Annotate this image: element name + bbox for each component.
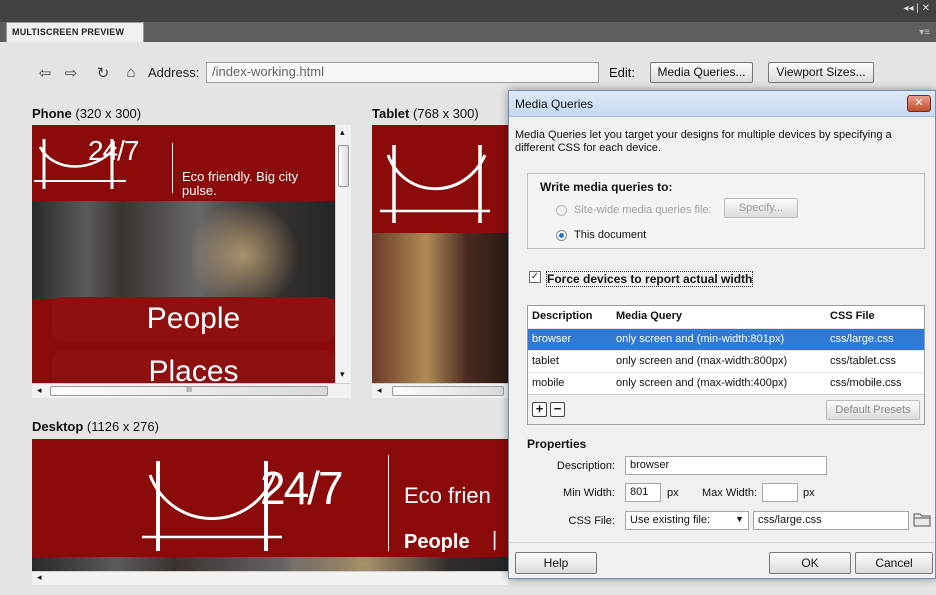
write-queries-group: Write media queries to: Site-wide media … xyxy=(527,173,925,249)
description-field[interactable]: browser xyxy=(625,456,827,475)
divider xyxy=(172,143,173,193)
ok-button[interactable]: OK xyxy=(769,552,851,574)
home-icon[interactable]: ⌂ xyxy=(122,64,140,82)
media-queries-button[interactable]: Media Queries... xyxy=(650,62,753,83)
nav-places[interactable]: Places xyxy=(52,350,335,383)
window-controls[interactable]: ◂◂ | ✕ xyxy=(903,3,930,14)
min-width-field[interactable]: 801 xyxy=(625,483,661,502)
refresh-icon[interactable]: ↻ xyxy=(94,64,112,82)
tablet-preview-heading: Tablet (768 x 300) xyxy=(372,106,479,121)
logo-text: 24/7 xyxy=(260,462,344,514)
scroll-down-icon[interactable]: ▾ xyxy=(340,369,345,380)
bridge-logo-icon xyxy=(380,145,490,223)
sitewide-option-label: Site-wide media queries file: xyxy=(574,204,712,216)
phone-vertical-scrollbar[interactable]: ▴ ▾ xyxy=(335,125,351,383)
phone-horizontal-scrollbar[interactable]: ◂ III xyxy=(32,383,351,398)
col-media-query[interactable]: Media Query xyxy=(616,310,682,322)
force-width-label[interactable]: Force devices to report actual width xyxy=(545,271,754,287)
help-button[interactable]: Help xyxy=(515,552,597,574)
nav-people[interactable]: People xyxy=(52,297,335,341)
table-row[interactable]: mobile only screen and (max-width:400px)… xyxy=(528,372,924,394)
scroll-thumb[interactable] xyxy=(392,386,504,396)
viewport-sizes-button[interactable]: Viewport Sizes... xyxy=(768,62,874,83)
back-icon[interactable]: ⇦ xyxy=(36,64,54,82)
tagline: Eco friendly. Big city pulse. xyxy=(182,169,299,198)
phone-preview-heading: Phone (320 x 300) xyxy=(32,106,142,121)
max-width-field[interactable] xyxy=(762,483,798,502)
storefront-photo xyxy=(372,233,508,383)
scroll-thumb[interactable]: III xyxy=(50,386,328,396)
close-icon[interactable]: ✕ xyxy=(907,95,931,112)
min-width-unit: px xyxy=(667,487,679,499)
folder-icon[interactable] xyxy=(913,511,931,527)
max-width-label: Max Width: xyxy=(701,487,757,499)
description-label: Description: xyxy=(556,460,615,472)
table-row[interactable]: tablet only screen and (max-width:800px)… xyxy=(528,350,924,372)
desktop-horizontal-scrollbar[interactable]: ◂ xyxy=(32,571,508,585)
edit-label: Edit: xyxy=(609,65,636,80)
tablet-preview-frame[interactable] xyxy=(372,125,508,383)
tab-multiscreen-preview[interactable]: MULTISCREEN PREVIEW xyxy=(6,22,144,42)
scroll-thumb[interactable] xyxy=(338,145,349,187)
col-description[interactable]: Description xyxy=(532,310,593,322)
address-label: Address: xyxy=(148,65,200,80)
max-width-unit: px xyxy=(803,487,815,499)
dialog-title: Media Queries xyxy=(515,97,594,111)
panel-titlebar: ◂◂ | ✕ xyxy=(0,0,936,22)
divider xyxy=(388,455,389,551)
chevron-down-icon: ▼ xyxy=(735,514,744,524)
default-presets-button[interactable]: Default Presets xyxy=(826,400,920,420)
tablet-horizontal-scrollbar[interactable]: ◂ xyxy=(372,383,508,398)
write-to-label: Write media queries to: xyxy=(540,180,673,194)
cancel-button[interactable]: Cancel xyxy=(855,552,933,574)
force-width-checkbox[interactable]: ✓ xyxy=(529,271,541,283)
dialog-titlebar: Media Queries ✕ xyxy=(509,91,935,117)
dialog-intro: Media Queries let you target your design… xyxy=(515,129,892,154)
css-file-label: CSS File: xyxy=(568,515,615,527)
this-document-label: This document xyxy=(574,229,647,241)
min-width-label: Min Width: xyxy=(563,487,615,499)
panel-menu-icon[interactable]: ▾≡ xyxy=(919,27,930,38)
css-file-field[interactable]: css/large.css xyxy=(753,511,909,530)
radio-this-document[interactable] xyxy=(556,230,567,241)
phone-preview-frame[interactable]: 24/7 Eco friendly. Big city pulse. Peopl… xyxy=(32,125,335,383)
add-query-button[interactable]: + xyxy=(532,402,547,417)
divider xyxy=(509,542,935,543)
scroll-left-icon[interactable]: ◂ xyxy=(377,385,382,396)
media-query-table[interactable]: Description Media Query CSS File browser… xyxy=(527,305,925,425)
logo-text: 24/7 xyxy=(88,135,139,166)
address-input[interactable]: /index-working.html xyxy=(206,62,599,83)
desktop-preview-frame[interactable]: 24/7 Eco frien People | xyxy=(32,439,508,571)
tagline: Eco frien xyxy=(404,483,491,508)
scroll-left-icon[interactable]: ◂ xyxy=(37,385,42,396)
desktop-photo-strip xyxy=(32,557,508,571)
scroll-left-icon[interactable]: ◂ xyxy=(37,572,42,583)
col-css-file[interactable]: CSS File xyxy=(830,310,875,322)
desktop-preview-heading: Desktop (1126 x 276) xyxy=(32,419,159,434)
specify-button[interactable]: Specify... xyxy=(724,198,798,218)
street-photo xyxy=(32,201,335,299)
nav-people[interactable]: People xyxy=(404,531,470,554)
media-queries-dialog: Media Queries ✕ Media Queries let you ta… xyxy=(508,90,936,579)
scroll-up-icon[interactable]: ▴ xyxy=(340,127,345,138)
forward-icon[interactable]: ⇨ xyxy=(62,64,80,82)
remove-query-button[interactable]: − xyxy=(550,402,565,417)
css-file-mode-select[interactable]: Use existing file: ▼ xyxy=(625,511,749,530)
nav-separator: | xyxy=(492,529,498,551)
radio-sitewide[interactable] xyxy=(556,205,567,216)
properties-heading: Properties xyxy=(527,437,587,451)
table-row[interactable]: browser only screen and (min-width:801px… xyxy=(528,328,924,350)
